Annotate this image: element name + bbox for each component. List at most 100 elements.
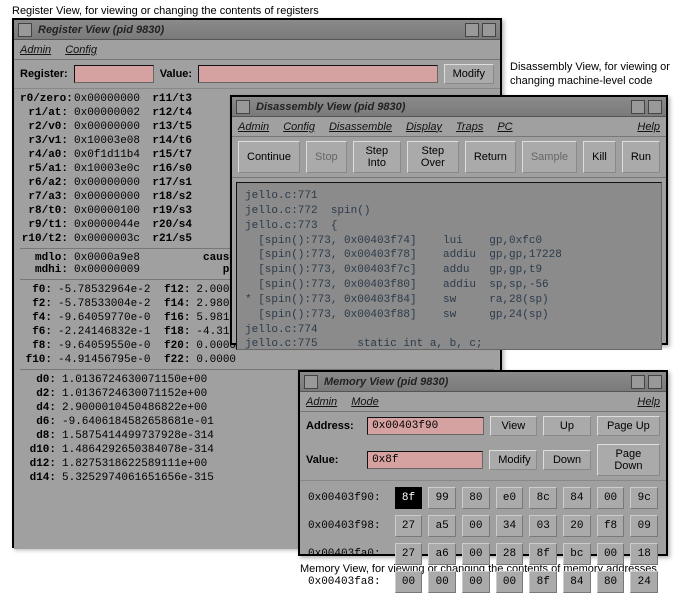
reg-row[interactable]: r20/s4: [144, 219, 192, 231]
mem-byte[interactable]: 27: [395, 543, 423, 565]
reg-row[interactable]: r15/t7: [144, 149, 192, 161]
return-button[interactable]: Return: [465, 141, 516, 173]
mem-byte[interactable]: 09: [630, 515, 658, 537]
reg-row[interactable]: r21/s5: [144, 233, 192, 245]
register-value-input[interactable]: [198, 65, 438, 83]
mem-byte[interactable]: 9c: [630, 487, 658, 509]
mem-byte[interactable]: 00: [496, 571, 524, 593]
sysmenu-icon[interactable]: [236, 100, 250, 114]
register-name-input[interactable]: [74, 65, 154, 83]
stepinto-button[interactable]: Step Into: [353, 141, 401, 173]
reg-row[interactable]: r10/t2:0x0000003c: [20, 233, 140, 245]
menu-disassemble[interactable]: Disassemble: [329, 121, 392, 133]
freg-row[interactable]: f22:0.0000: [158, 354, 288, 366]
down-button[interactable]: Down: [543, 450, 591, 470]
menu-pc[interactable]: PC: [497, 121, 512, 133]
freg-row[interactable]: f4:-9.64059770e-0: [20, 312, 150, 324]
reg-row[interactable]: r6/a2:0x00000000: [20, 177, 140, 189]
reg-row[interactable]: r12/t4: [144, 107, 192, 119]
mem-byte[interactable]: 28: [496, 543, 524, 565]
pageup-button[interactable]: Page Up: [597, 416, 660, 436]
reg-row[interactable]: r14/t6: [144, 135, 192, 147]
reg-row[interactable]: r19/s3: [144, 205, 192, 217]
mem-byte[interactable]: 80: [597, 571, 625, 593]
disassembly-listing[interactable]: jello.c:771 jello.c:772 spin() jello.c:7…: [236, 182, 662, 350]
freg-row[interactable]: f8:-9.64059550e-0: [20, 340, 150, 352]
address-input[interactable]: 0x00403f90: [367, 417, 483, 435]
freg-row[interactable]: f6:-2.24146832e-1: [20, 326, 150, 338]
stop-button[interactable]: Stop: [306, 141, 347, 173]
freg-row[interactable]: f2:-5.78533004e-2: [20, 298, 150, 310]
kill-button[interactable]: Kill: [583, 141, 616, 173]
maximize-icon[interactable]: [648, 375, 662, 389]
mem-byte[interactable]: a5: [428, 515, 456, 537]
up-button[interactable]: Up: [543, 416, 591, 436]
mem-byte[interactable]: 00: [462, 543, 490, 565]
mem-byte[interactable]: 8f: [529, 543, 557, 565]
reg-row[interactable]: r9/t1:0x0000044e: [20, 219, 140, 231]
mem-byte[interactable]: e0: [496, 487, 524, 509]
reg-row[interactable]: r16/s0: [144, 163, 192, 175]
reg-row[interactable]: r1/at:0x00000002: [20, 107, 140, 119]
reg-row[interactable]: r13/t5: [144, 121, 192, 133]
modify-button[interactable]: Modify: [444, 64, 494, 84]
reg-row[interactable]: r4/a0:0x0f1d11b4: [20, 149, 140, 161]
menu-help[interactable]: Help: [637, 396, 660, 408]
mem-byte[interactable]: 8c: [529, 487, 557, 509]
menu-config[interactable]: Config: [65, 44, 97, 56]
mem-byte[interactable]: f8: [597, 515, 625, 537]
continue-button[interactable]: Continue: [238, 141, 300, 173]
freg-row[interactable]: f0:-5.78532964e-2: [20, 284, 150, 296]
mem-byte[interactable]: 00: [462, 515, 490, 537]
mem-byte[interactable]: 00: [428, 571, 456, 593]
menu-config[interactable]: Config: [283, 121, 315, 133]
freg-row[interactable]: f10:-4.91456795e-0: [20, 354, 150, 366]
mem-byte[interactable]: bc: [563, 543, 591, 565]
mem-byte[interactable]: 18: [630, 543, 658, 565]
minimize-icon[interactable]: [631, 100, 645, 114]
mem-byte[interactable]: 84: [563, 487, 591, 509]
mem-byte[interactable]: 27: [395, 515, 423, 537]
reg-row[interactable]: r5/a1:0x10003e0c: [20, 163, 140, 175]
menu-display[interactable]: Display: [406, 121, 442, 133]
sample-button[interactable]: Sample: [522, 141, 577, 173]
mem-byte[interactable]: 00: [597, 487, 625, 509]
sysmenu-icon[interactable]: [304, 375, 318, 389]
reg-row[interactable]: r8/t0:0x00000100: [20, 205, 140, 217]
view-button[interactable]: View: [490, 416, 538, 436]
menu-admin[interactable]: Admin: [306, 396, 337, 408]
menu-traps[interactable]: Traps: [456, 121, 483, 133]
value-input[interactable]: 0x8f: [367, 451, 483, 469]
mem-byte[interactable]: 00: [462, 571, 490, 593]
minimize-icon[interactable]: [465, 23, 479, 37]
reg-row[interactable]: r18/s2: [144, 191, 192, 203]
maximize-icon[interactable]: [482, 23, 496, 37]
reg-row[interactable]: r3/v1:0x10003e08: [20, 135, 140, 147]
reg-row[interactable]: r2/v0:0x00000000: [20, 121, 140, 133]
mem-titlebar[interactable]: Memory View (pid 9830): [300, 372, 666, 392]
menu-admin[interactable]: Admin: [20, 44, 51, 56]
maximize-icon[interactable]: [648, 100, 662, 114]
mem-byte[interactable]: 8f: [529, 571, 557, 593]
mem-byte[interactable]: 03: [529, 515, 557, 537]
sysmenu-icon[interactable]: [18, 23, 32, 37]
mem-byte[interactable]: 00: [597, 543, 625, 565]
pagedown-button[interactable]: Page Down: [597, 444, 660, 476]
mem-byte[interactable]: 84: [563, 571, 591, 593]
mem-byte[interactable]: a6: [428, 543, 456, 565]
menu-admin[interactable]: Admin: [238, 121, 269, 133]
mem-byte[interactable]: 8f: [395, 487, 423, 509]
reg-row[interactable]: r17/s1: [144, 177, 192, 189]
minimize-icon[interactable]: [631, 375, 645, 389]
mem-byte[interactable]: 34: [496, 515, 524, 537]
reg-row[interactable]: r7/a3:0x00000000: [20, 191, 140, 203]
mem-byte[interactable]: 99: [428, 487, 456, 509]
mem-byte[interactable]: 80: [462, 487, 490, 509]
reg-row[interactable]: r11/t3: [144, 93, 192, 105]
mem-byte[interactable]: 20: [563, 515, 591, 537]
reg-row[interactable]: r0/zero:0x00000000: [20, 93, 140, 105]
run-button[interactable]: Run: [622, 141, 660, 173]
menu-mode[interactable]: Mode: [351, 396, 379, 408]
register-titlebar[interactable]: Register View (pid 9830): [14, 20, 500, 40]
stepover-button[interactable]: Step Over: [407, 141, 459, 173]
